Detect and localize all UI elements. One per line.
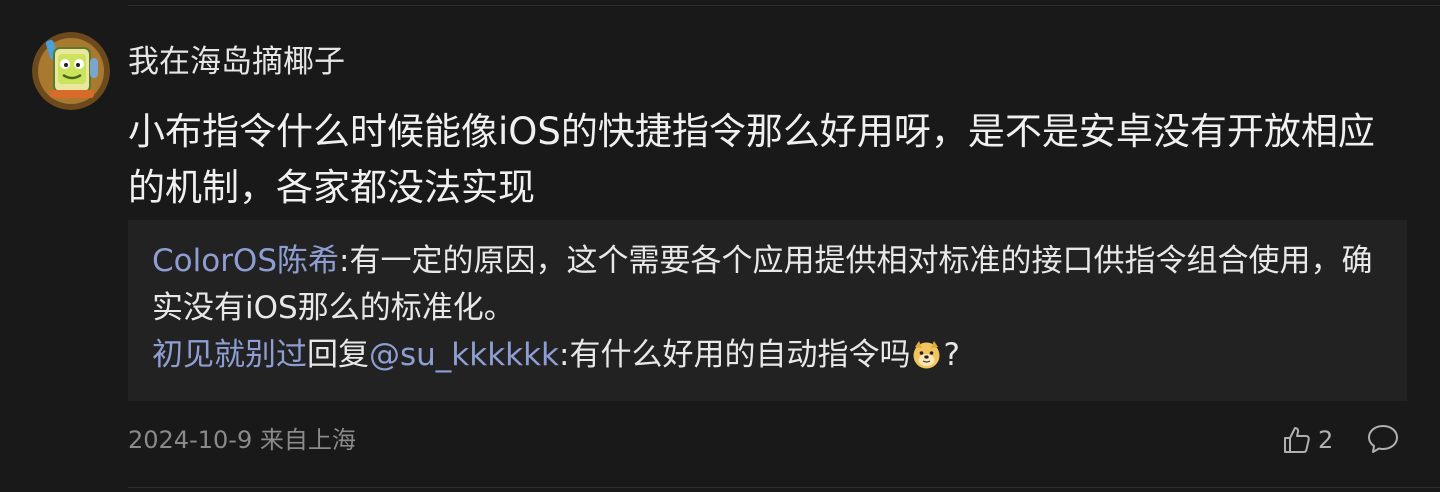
reply-word: 回复 xyxy=(307,337,369,373)
reply-button[interactable] xyxy=(1366,422,1402,458)
bottom-divider xyxy=(128,487,1440,488)
like-button[interactable]: 2 xyxy=(1282,422,1333,458)
reply-item: ColorOS陈希:有一定的原因，这个需要各个应用提供相对标准的接口供指令组合使… xyxy=(152,238,1383,332)
mention-link[interactable]: @su_kkkkkk xyxy=(369,337,559,373)
reply-separator: : xyxy=(339,243,350,279)
like-count: 2 xyxy=(1318,426,1334,454)
comment-bubble-icon xyxy=(1368,425,1398,453)
reply-author-link[interactable]: ColorOS陈希 xyxy=(152,243,339,279)
reply-separator: : xyxy=(559,337,570,373)
comment-text: 小布指令什么时候能像iOS的快捷指令那么好用呀，是不是安卓没有开放相应的机制，各… xyxy=(128,110,1375,209)
comment-meta: 2024-10-9 来自上海 xyxy=(128,426,356,454)
comment-card: 我在海岛摘椰子 小布指令什么时候能像iOS的快捷指令那么好用呀，是不是安卓没有开… xyxy=(0,0,1440,492)
reply-text: 有什么好用的自动指令吗 xyxy=(569,337,911,373)
doge-emoji-icon xyxy=(911,337,942,369)
reply-author-link[interactable]: 初见就别过 xyxy=(152,337,307,373)
lemonade-avatar-icon xyxy=(32,32,110,110)
reply-item: 初见就别过回复@su_kkkkkk:有什么好用的自动指令吗 ? xyxy=(152,332,1383,379)
thumbs-up-icon xyxy=(1284,427,1310,453)
username[interactable]: 我在海岛摘椰子 xyxy=(128,40,345,84)
reply-trailing-mark: ? xyxy=(943,337,960,373)
user-avatar[interactable] xyxy=(32,32,110,110)
reply-thread: ColorOS陈希:有一定的原因，这个需要各个应用提供相对标准的接口供指令组合使… xyxy=(128,220,1407,401)
top-divider xyxy=(128,5,1440,6)
